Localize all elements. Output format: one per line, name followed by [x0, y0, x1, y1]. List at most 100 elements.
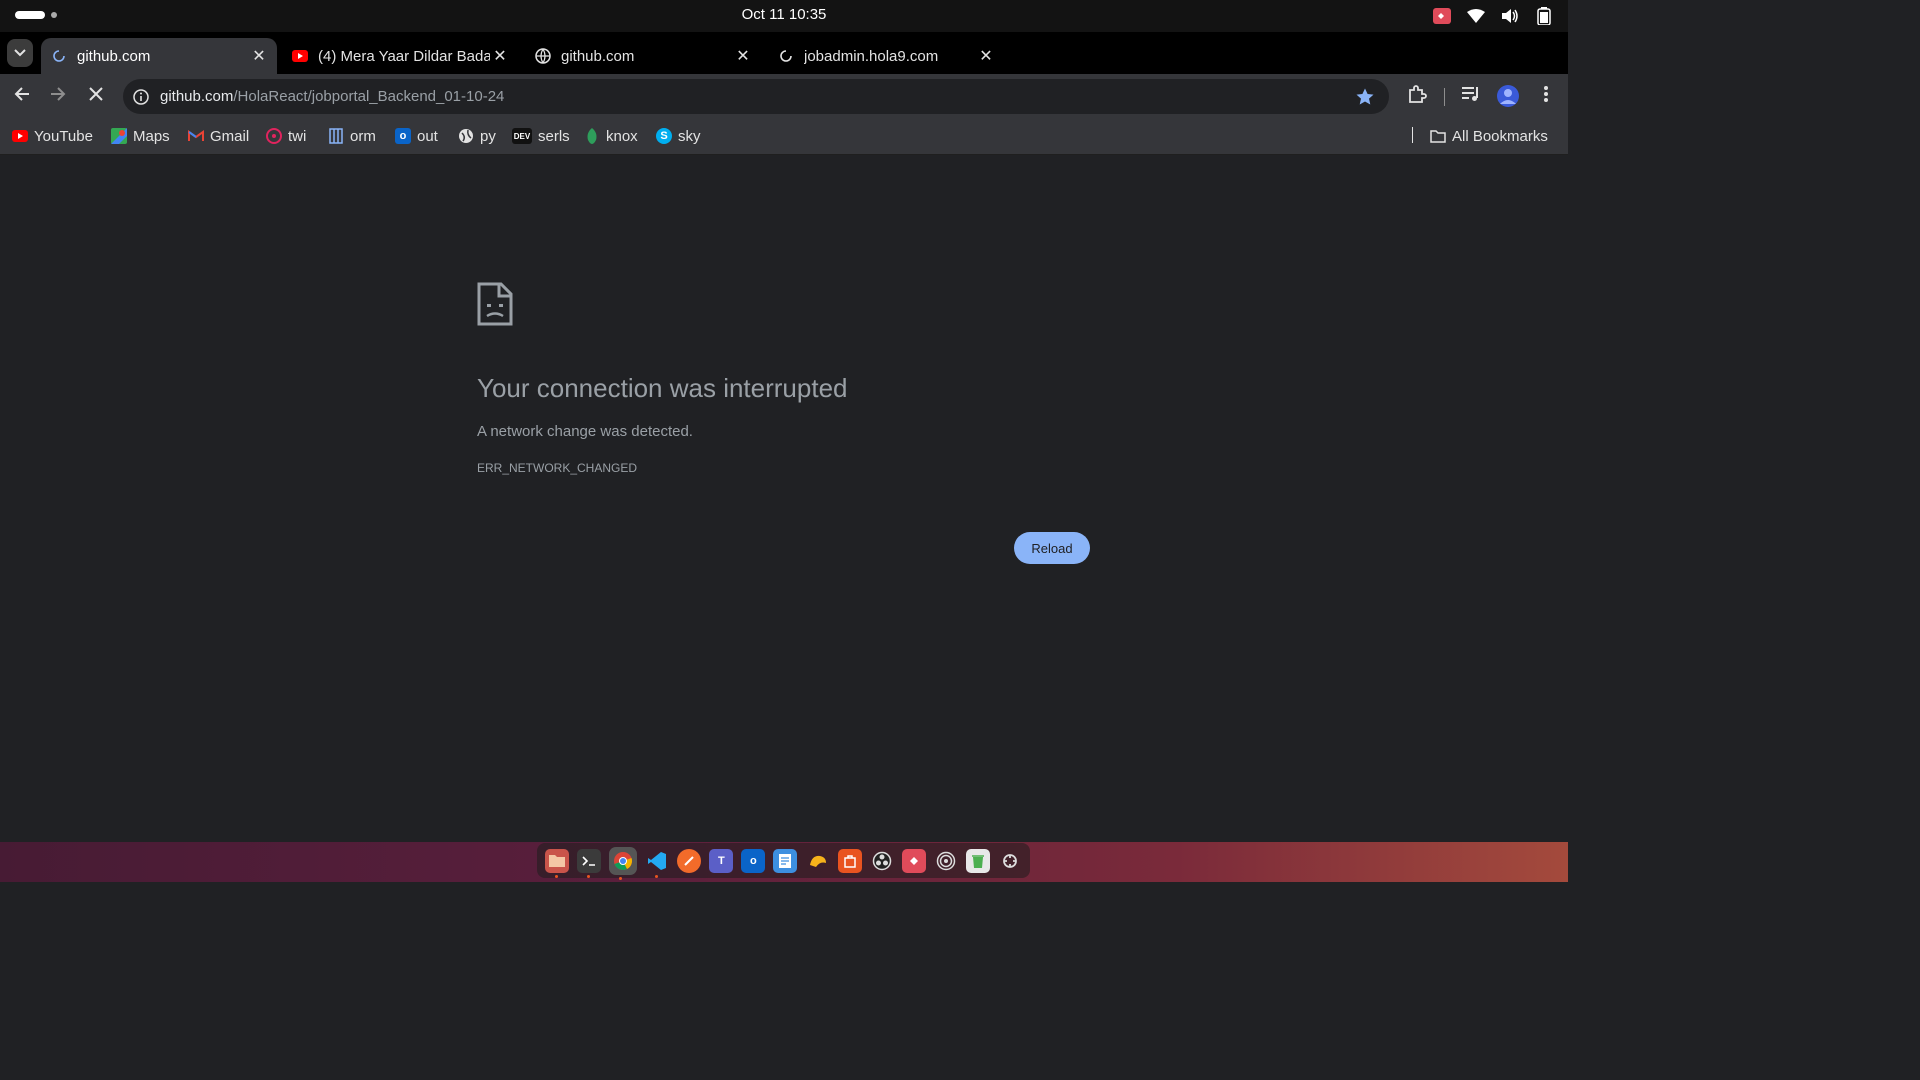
- volume-icon[interactable]: [1500, 6, 1520, 26]
- screen-share-icon[interactable]: [1432, 6, 1452, 26]
- close-tab-icon[interactable]: ✕: [249, 46, 269, 66]
- twi-icon: [266, 128, 282, 144]
- puzzle-icon: [1407, 84, 1427, 109]
- tab-title: github.com: [77, 47, 151, 65]
- outlook-icon: o: [395, 128, 411, 144]
- page-content: Your connection was interrupted A networ…: [0, 155, 1568, 842]
- all-bookmarks-button[interactable]: All Bookmarks: [1430, 126, 1548, 146]
- show-apps-icon[interactable]: [998, 849, 1022, 873]
- arrow-right-icon: [50, 86, 66, 107]
- tab-github-active[interactable]: github.com ✕: [41, 38, 277, 74]
- site-info-icon[interactable]: [132, 88, 150, 106]
- target-app-icon[interactable]: [934, 849, 958, 873]
- media-controls-button[interactable]: [1459, 84, 1483, 108]
- vscode-icon[interactable]: [645, 849, 669, 878]
- tab-youtube[interactable]: (4) Mera Yaar Dildar Bada ✕: [282, 38, 518, 74]
- bookmark-label: knox: [606, 127, 638, 145]
- sad-document-icon: [477, 282, 513, 326]
- url-host: github.com: [160, 88, 234, 105]
- bookmark-label: YouTube: [34, 127, 93, 145]
- files-icon[interactable]: [545, 848, 570, 878]
- tab-jobadmin[interactable]: jobadmin.hola9.com ✕: [768, 38, 1004, 74]
- error-description: A network change was detected.: [477, 423, 693, 440]
- globe-icon: [458, 128, 474, 144]
- tab-search-button[interactable]: [7, 39, 33, 67]
- bookmark-label: py: [480, 127, 496, 145]
- dbeaver-icon[interactable]: [806, 849, 830, 873]
- bookmark-label: serls: [538, 127, 570, 145]
- bookmark-maps[interactable]: Maps: [111, 126, 170, 146]
- bookmark-out[interactable]: o out: [395, 126, 438, 146]
- software-center-icon[interactable]: [837, 848, 862, 873]
- battery-icon[interactable]: [1534, 6, 1554, 26]
- tab-title: jobadmin.hola9.com: [804, 47, 939, 65]
- error-code: ERR_NETWORK_CHANGED: [477, 461, 638, 475]
- loading-spinner-icon: [778, 48, 794, 64]
- text-editor-icon[interactable]: [773, 848, 798, 873]
- tab-strip: github.com ✕ (4) Mera Yaar Dildar Bada ✕…: [0, 32, 1568, 97]
- bookmark-label: out: [417, 127, 438, 145]
- chrome-icon[interactable]: [609, 846, 638, 880]
- address-bar[interactable]: github.com/HolaReact/jobportal_Backend_0…: [123, 79, 1389, 114]
- close-tab-icon[interactable]: ✕: [976, 46, 996, 66]
- url-text[interactable]: github.com/HolaReact/jobportal_Backend_0…: [160, 88, 504, 105]
- extensions-button[interactable]: [1405, 84, 1429, 108]
- browser-menu-button[interactable]: [1534, 84, 1558, 108]
- maps-icon: [111, 128, 127, 144]
- close-tab-icon[interactable]: ✕: [490, 46, 510, 66]
- system-tray[interactable]: [1432, 6, 1554, 26]
- bookmark-youtube[interactable]: YouTube: [12, 126, 93, 146]
- bookmark-sky[interactable]: S sky: [656, 126, 701, 146]
- all-bookmarks-label: All Bookmarks: [1452, 127, 1548, 145]
- orm-icon: [328, 128, 344, 144]
- tab-title: github.com: [561, 47, 635, 65]
- forward-button[interactable]: [44, 82, 72, 110]
- trash-icon[interactable]: [965, 848, 990, 873]
- bookmark-orm[interactable]: orm: [328, 126, 376, 146]
- tab-title: (4) Mera Yaar Dildar Bada: [318, 47, 490, 65]
- skype-icon: S: [656, 128, 672, 144]
- error-title: Your connection was interrupted: [477, 373, 848, 403]
- arrow-left-icon: [14, 86, 30, 107]
- anydesk-icon[interactable]: [901, 848, 926, 873]
- reload-button[interactable]: Reload: [1014, 532, 1090, 564]
- outlook-icon[interactable]: o: [741, 848, 766, 873]
- dev-icon: DEV: [512, 128, 532, 144]
- chevron-down-icon: [14, 44, 26, 62]
- bookmark-star-icon[interactable]: [1355, 87, 1375, 107]
- youtube-icon: [12, 128, 28, 144]
- gmail-icon: [188, 128, 204, 144]
- url-path: /HolaReact/jobportal_Backend_01-10-24: [233, 88, 505, 105]
- tab-github[interactable]: github.com ✕: [525, 38, 761, 74]
- browser-toolbar: github.com/HolaReact/jobportal_Backend_0…: [0, 74, 1568, 118]
- bookmark-twi[interactable]: twi: [266, 126, 306, 146]
- toolbar-divider: [1444, 88, 1445, 106]
- system-top-bar: Oct 11 10:35: [0, 0, 1568, 32]
- bookmarks-bar: YouTube Maps Gmail twi orm o out py DEV …: [0, 118, 1568, 155]
- folder-icon: [1430, 128, 1446, 144]
- kebab-menu-icon: [1543, 85, 1549, 108]
- back-button[interactable]: [8, 82, 36, 110]
- globe-icon: [535, 48, 551, 64]
- knox-icon: [584, 128, 600, 144]
- postman-icon[interactable]: [677, 848, 702, 873]
- bookmark-py[interactable]: py: [458, 126, 496, 146]
- system-clock[interactable]: Oct 11 10:35: [0, 6, 1568, 23]
- bookmarks-divider: [1412, 127, 1413, 143]
- bookmark-label: Gmail: [210, 127, 250, 145]
- teams-icon[interactable]: T: [709, 848, 734, 873]
- playlist-icon: [1461, 85, 1481, 108]
- youtube-icon: [292, 48, 308, 64]
- profile-avatar[interactable]: [1496, 84, 1520, 108]
- terminal-icon[interactable]: [577, 848, 602, 878]
- bookmark-label: twi: [288, 127, 307, 145]
- close-tab-icon[interactable]: ✕: [733, 46, 753, 66]
- bookmark-serls[interactable]: DEV serls: [512, 126, 570, 146]
- bookmark-gmail[interactable]: Gmail: [188, 126, 249, 146]
- stop-loading-button[interactable]: [82, 82, 110, 110]
- bookmark-knox[interactable]: knox: [584, 126, 638, 146]
- bookmark-label: orm: [350, 127, 376, 145]
- obs-icon[interactable]: [870, 849, 894, 873]
- dock: T o: [537, 843, 1030, 880]
- wifi-icon[interactable]: [1466, 6, 1486, 26]
